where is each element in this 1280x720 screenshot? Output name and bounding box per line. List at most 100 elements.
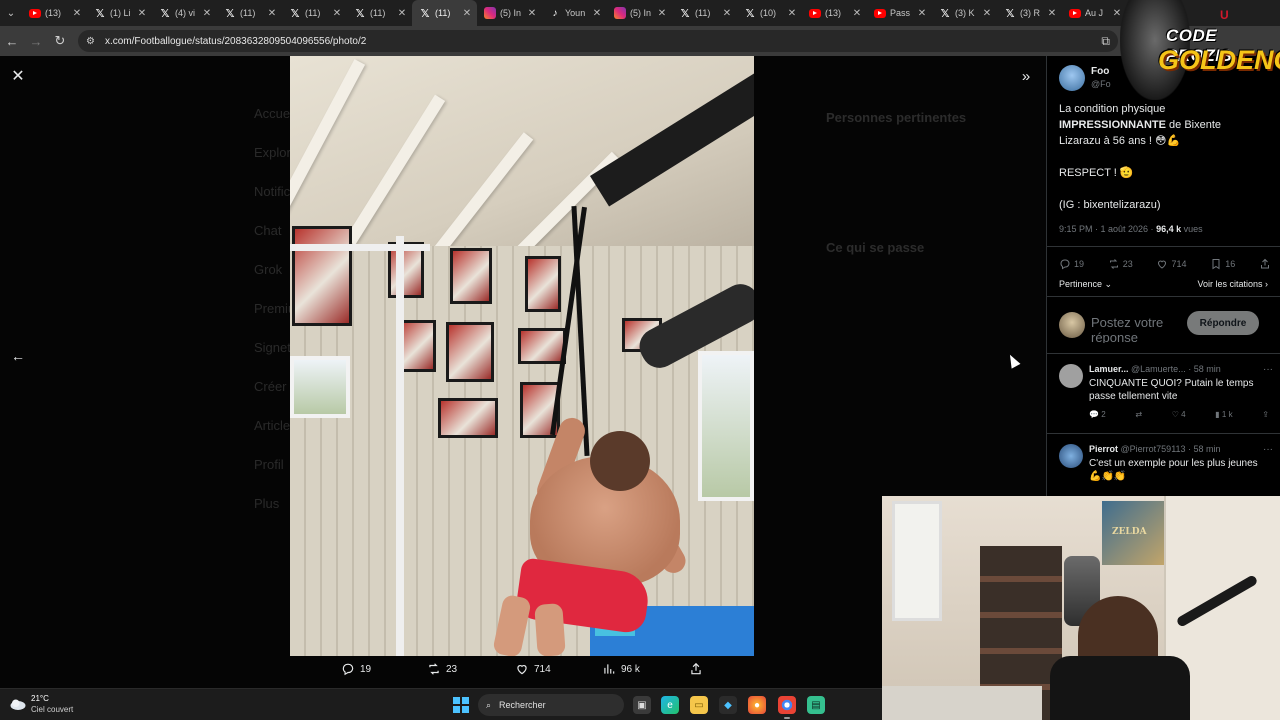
reply-submit-button[interactable]: Répondre <box>1187 311 1259 335</box>
sort-dropdown[interactable]: Pertinence ⌄ <box>1059 279 1112 290</box>
views-action[interactable]: 96 k <box>602 662 640 676</box>
close-tab-icon[interactable]: ✕ <box>1046 8 1058 19</box>
browser-tab[interactable]: (5) In ✕ <box>477 0 542 26</box>
search-icon: ⌕ <box>486 699 492 710</box>
ghost-relevant-title: Personnes pertinentes <box>826 110 967 125</box>
browser-tab[interactable]: 𝕏 (11) ✕ <box>217 0 282 26</box>
address-bar[interactable]: ⚙ x.com/Footballogue/status/208363280950… <box>78 30 1118 52</box>
task-view-icon[interactable]: ▣ <box>633 696 651 714</box>
comment-avatar[interactable] <box>1059 444 1083 468</box>
comment-like-count: 4 <box>1181 410 1186 419</box>
author-handle[interactable]: @Fo <box>1091 79 1111 89</box>
panel-like-button[interactable]: 714 <box>1156 256 1187 272</box>
repost-action[interactable]: 23 <box>427 662 457 676</box>
close-tab-icon[interactable]: ✕ <box>981 8 993 19</box>
close-tab-icon[interactable]: ✕ <box>591 8 603 19</box>
browser-tab[interactable]: 𝕏 (4) vi ✕ <box>152 0 217 26</box>
comment-handle[interactable]: @Pierrot759113 <box>1121 444 1186 454</box>
author-avatar[interactable] <box>1059 65 1085 91</box>
like-action[interactable]: 714 <box>515 662 551 676</box>
store-icon[interactable]: ◆ <box>719 696 737 714</box>
comment-repost-button[interactable]: ⇄ <box>1135 410 1142 419</box>
browser-tab[interactable]: 𝕏 (3) R ✕ <box>997 0 1062 26</box>
more-options-icon[interactable]: ··· <box>1263 364 1273 375</box>
tab-title: (1) Li <box>110 8 131 18</box>
comment-views-button[interactable]: ▮ 1 k <box>1215 410 1232 419</box>
browser-tab[interactable]: ♪ Youn ✕ <box>542 0 607 26</box>
comment-text: C'est un exemple pour les plus jeunes 💪👏… <box>1089 458 1258 482</box>
taskbar-search[interactable]: ⌕ Rechercher <box>478 694 624 716</box>
logo-badge: U <box>1220 8 1229 22</box>
post-time[interactable]: 9:15 PM · 1 août 2026 · <box>1059 224 1156 234</box>
browser-tab[interactable]: 𝕏 (1) Li ✕ <box>87 0 152 26</box>
browser-tab[interactable]: 𝕏 (11) ✕ <box>672 0 737 26</box>
cloud-icon[interactable] <box>9 697 27 711</box>
close-tab-icon[interactable]: ✕ <box>201 8 213 19</box>
close-tab-icon[interactable]: ✕ <box>396 8 408 19</box>
browser-tab[interactable]: (13) ✕ <box>22 0 87 26</box>
comment-like-button[interactable]: ♡ 4 <box>1172 410 1186 419</box>
comment-name[interactable]: Pierrot <box>1089 444 1118 454</box>
current-user-avatar[interactable] <box>1059 312 1085 338</box>
close-tab-icon[interactable]: ✕ <box>136 8 148 19</box>
panel-share-button[interactable] <box>1259 256 1271 272</box>
browser-tab[interactable]: 𝕏 (11) ✕ <box>347 0 412 26</box>
close-tab-icon[interactable]: ✕ <box>461 8 473 19</box>
close-tab-icon[interactable]: ✕ <box>851 8 863 19</box>
tab-search-chevron-icon[interactable]: ⌄ <box>0 0 22 26</box>
x-icon: 𝕏 <box>940 7 950 20</box>
firefox-icon[interactable]: ● <box>748 696 766 714</box>
comment-handle[interactable]: @Lamuerte... <box>1131 364 1186 374</box>
reply-action[interactable]: 19 <box>341 662 371 676</box>
browser-tab[interactable]: 𝕏 (10) ✕ <box>737 0 802 26</box>
app-icon[interactable]: ▤ <box>807 696 825 714</box>
reply-input[interactable]: Postez votre réponse <box>1091 315 1191 343</box>
weather-description[interactable]: Ciel couvert <box>31 705 73 714</box>
close-tab-icon[interactable]: ✕ <box>71 8 83 19</box>
more-options-icon[interactable]: ··· <box>1263 444 1273 455</box>
comment-name[interactable]: Lamuer... <box>1089 364 1129 374</box>
photo-frame <box>518 328 566 364</box>
file-explorer-icon[interactable]: ▭ <box>690 696 708 714</box>
share-action[interactable] <box>689 662 703 676</box>
comment-avatar[interactable] <box>1059 364 1083 388</box>
sort-label: Pertinence <box>1059 279 1103 289</box>
browser-tab[interactable]: Au J ✕ <box>1062 0 1127 26</box>
browser-tab[interactable]: 𝕏 (11) ✕ <box>412 0 477 26</box>
post-stats-row: 19 23 714 16 <box>1059 256 1271 272</box>
chrome-icon[interactable] <box>778 696 796 719</box>
back-button[interactable]: ← <box>0 26 24 56</box>
panel-repost-button[interactable]: 23 <box>1108 256 1133 272</box>
x-icon: 𝕏 <box>160 7 170 20</box>
close-tab-icon[interactable]: ✕ <box>266 8 278 19</box>
install-app-icon[interactable]: ⧉ <box>1101 34 1110 49</box>
browser-tab[interactable]: (5) In ✕ <box>607 0 672 26</box>
comment-header: Lamuer... @Lamuerte... · 58 min <box>1089 364 1274 374</box>
close-tab-icon[interactable]: ✕ <box>786 8 798 19</box>
close-tab-icon[interactable]: ✕ <box>526 8 538 19</box>
previous-photo-button[interactable]: ← <box>8 346 28 366</box>
reload-button[interactable]: ↻ <box>48 26 72 56</box>
start-button[interactable] <box>453 697 469 713</box>
view-quotes-link[interactable]: Voir les citations › <box>1197 279 1268 289</box>
author-name[interactable]: Foo <box>1091 66 1109 77</box>
edge-icon[interactable]: e <box>661 696 679 714</box>
browser-tab[interactable]: 𝕏 (3) K ✕ <box>932 0 997 26</box>
close-viewer-button[interactable]: ✕ <box>8 66 28 86</box>
browser-tab[interactable]: Pass ✕ <box>867 0 932 26</box>
close-tab-icon[interactable]: ✕ <box>721 8 733 19</box>
panel-bookmark-button[interactable]: 16 <box>1210 256 1235 272</box>
x-icon: 𝕏 <box>680 7 690 20</box>
forward-button[interactable]: → <box>24 26 48 56</box>
site-info-icon[interactable]: ⚙ <box>86 36 95 47</box>
panel-reply-button[interactable]: 19 <box>1059 256 1084 272</box>
weather-temperature[interactable]: 21°C <box>31 694 49 703</box>
collapse-panel-button[interactable]: » <box>1016 66 1036 86</box>
browser-tab[interactable]: 𝕏 (11) ✕ <box>282 0 347 26</box>
close-tab-icon[interactable]: ✕ <box>331 8 343 19</box>
comment-share-button[interactable]: ⇪ <box>1262 410 1269 419</box>
comment-reply-button[interactable]: 💬 2 <box>1089 410 1106 419</box>
close-tab-icon[interactable]: ✕ <box>916 8 928 19</box>
browser-tab[interactable]: (13) ✕ <box>802 0 867 26</box>
close-tab-icon[interactable]: ✕ <box>656 8 668 19</box>
